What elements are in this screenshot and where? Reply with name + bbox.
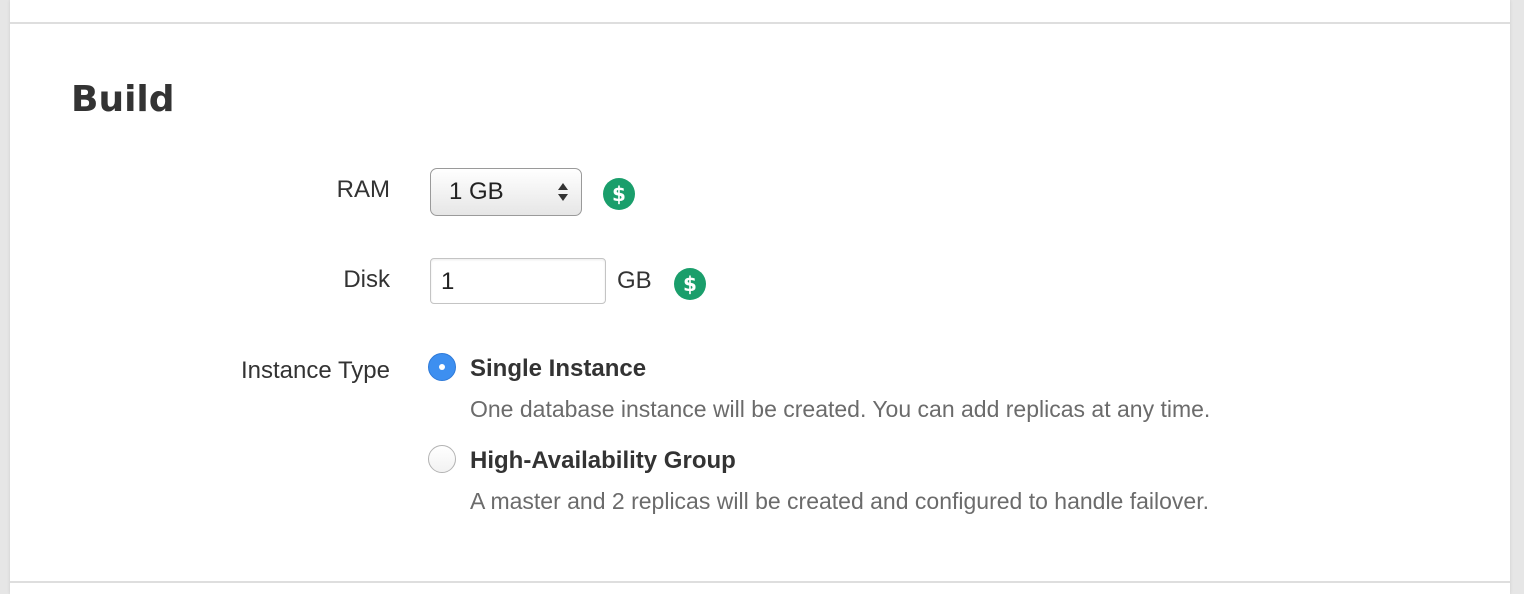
single-instance-option-title[interactable]: Single Instance — [470, 355, 646, 383]
high-availability-description: A master and 2 replicas will be created … — [470, 488, 1209, 514]
ram-price-dollar-icon[interactable]: $ — [603, 178, 635, 210]
disk-price-dollar-icon[interactable]: $ — [674, 268, 706, 300]
disk-size-input[interactable]: 1 — [430, 258, 606, 304]
disk-label: Disk — [343, 266, 390, 293]
disk-size-value: 1 — [441, 268, 455, 295]
high-availability-option-title[interactable]: High-Availability Group — [470, 447, 736, 475]
page: Build RAM 1 GB $ Disk 1 GB $ Instance Ty… — [0, 0, 1524, 594]
section-title: Build — [71, 79, 175, 120]
bottom-divider — [10, 581, 1510, 583]
build-panel: Build RAM 1 GB $ Disk 1 GB $ Instance Ty… — [10, 0, 1510, 594]
disk-unit-label: GB — [617, 267, 652, 294]
single-instance-description: One database instance will be created. Y… — [470, 396, 1211, 422]
top-divider — [10, 22, 1510, 24]
instance-type-label: Instance Type — [241, 357, 390, 384]
ram-select-value: 1 GB — [449, 178, 504, 205]
ram-label: RAM — [336, 176, 390, 203]
single-instance-radio[interactable] — [428, 353, 456, 381]
radio-dot-icon — [439, 364, 445, 370]
select-arrows-icon — [558, 183, 568, 201]
ram-select[interactable]: 1 GB — [430, 168, 582, 216]
high-availability-radio[interactable] — [428, 445, 456, 473]
